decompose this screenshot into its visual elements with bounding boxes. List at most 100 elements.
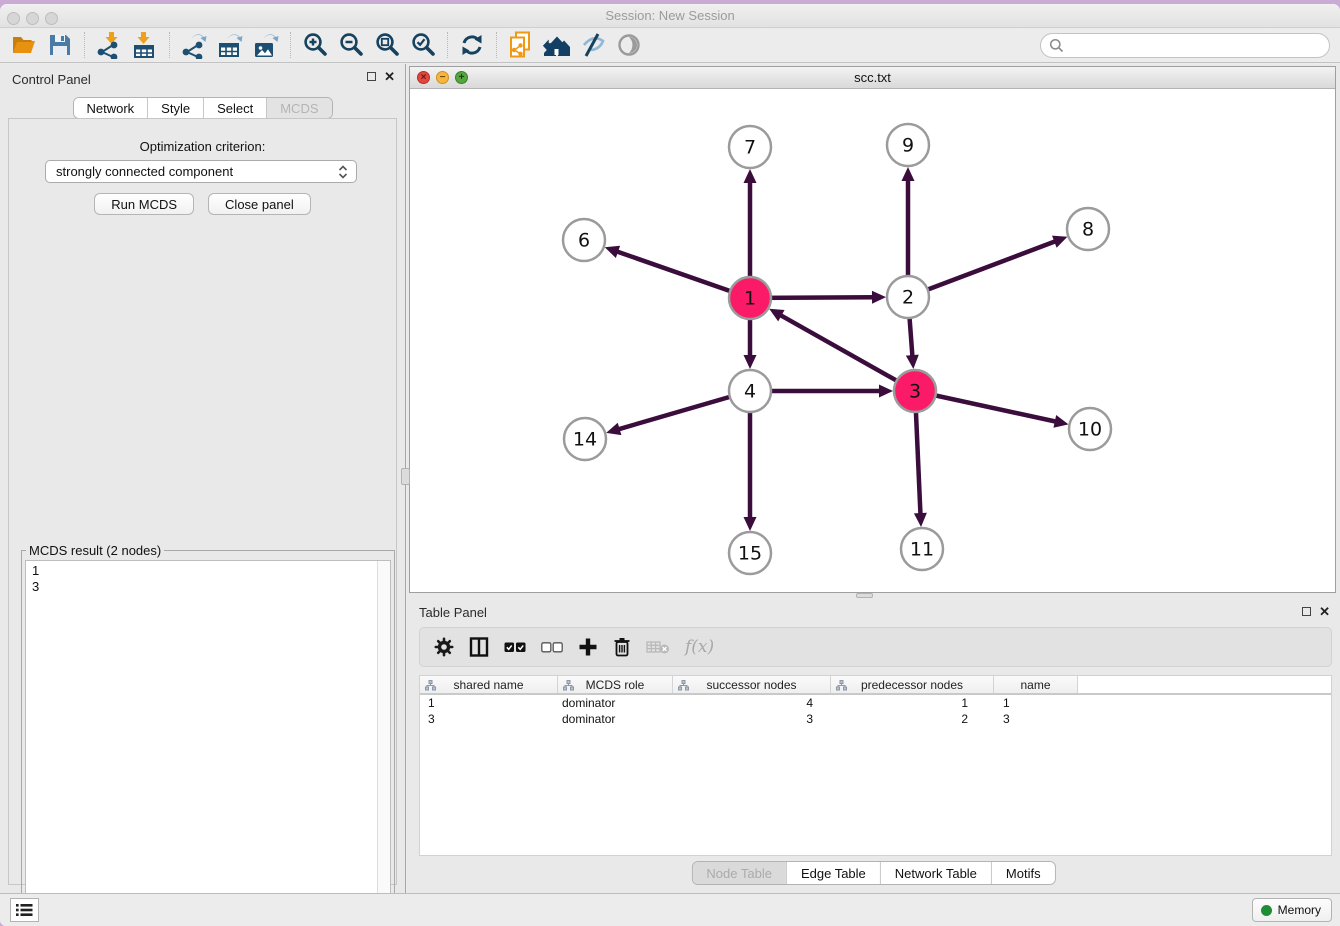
window-zoom-button[interactable] — [45, 12, 58, 25]
save-session-icon[interactable] — [42, 29, 78, 61]
table-panel-title: Table Panel — [419, 605, 487, 620]
table-cell[interactable]: 2 — [831, 712, 994, 726]
optimization-criterion-select[interactable]: strongly connected component — [45, 160, 357, 183]
column-header-successor-nodes[interactable]: successor nodes — [673, 676, 831, 693]
table-cell[interactable]: 1 — [420, 696, 558, 710]
graph-edge-3-1[interactable] — [779, 314, 915, 391]
delete-table-icon[interactable] — [646, 639, 670, 655]
tab-motifs[interactable]: Motifs — [991, 862, 1055, 884]
tab-network[interactable]: Network — [73, 98, 147, 118]
network-close-button[interactable]: × — [417, 71, 430, 84]
column-header-name[interactable]: name — [994, 676, 1078, 693]
memory-button[interactable]: Memory — [1252, 898, 1332, 922]
zoom-fit-icon[interactable] — [369, 29, 405, 61]
node-table: shared name MCDS role successor nodesprede… — [419, 675, 1332, 856]
zoom-out-icon[interactable] — [333, 29, 369, 61]
import-table-icon[interactable] — [127, 29, 163, 61]
network-maximize-button[interactable]: + — [455, 71, 468, 84]
close-panel-icon[interactable]: ✕ — [384, 71, 395, 82]
tab-node-table[interactable]: Node Table — [692, 862, 786, 884]
clone-network-icon[interactable] — [503, 29, 539, 61]
export-table-icon[interactable] — [212, 29, 248, 61]
table-cell[interactable]: 4 — [673, 696, 831, 710]
network-minimize-button[interactable]: − — [436, 71, 449, 84]
mcds-result-textarea[interactable]: 13 — [25, 560, 391, 926]
tab-network-table[interactable]: Network Table — [880, 862, 991, 884]
graph-edge-arrowhead — [1052, 236, 1067, 248]
select-all-checkboxes-icon[interactable] — [504, 640, 526, 654]
table-tabs: Node Table Edge Table Network Table Moti… — [691, 861, 1055, 885]
memory-label: Memory — [1278, 903, 1321, 917]
chevron-updown-icon — [338, 164, 348, 180]
table-cell[interactable]: 1 — [831, 696, 994, 710]
delete-row-icon[interactable] — [613, 637, 631, 657]
export-network-icon[interactable] — [176, 29, 212, 61]
tab-mcds[interactable]: MCDS — [266, 98, 331, 118]
toolbar-separator — [290, 32, 291, 58]
table-cell[interactable]: dominator — [558, 696, 673, 710]
search-icon — [1049, 38, 1064, 53]
close-panel-button[interactable]: Close panel — [208, 193, 311, 215]
mcds-result-title: MCDS result (2 nodes) — [26, 543, 164, 558]
graph-edge-arrowhead — [1053, 415, 1068, 428]
network-window-titlebar[interactable]: × − + scc.txt — [410, 67, 1335, 89]
toolbar-separator — [447, 32, 448, 58]
status-bar: Memory — [0, 893, 1340, 926]
table-settings-icon[interactable] — [434, 637, 454, 657]
column-header-label: name — [1020, 678, 1050, 692]
show-columns-icon[interactable] — [469, 637, 489, 657]
table-row[interactable]: 1dominator411 — [420, 695, 1331, 711]
result-scrollbar[interactable] — [377, 561, 390, 926]
run-mcds-button[interactable]: Run MCDS — [94, 193, 194, 215]
float-table-panel-icon[interactable] — [1302, 607, 1311, 616]
open-session-icon[interactable] — [6, 29, 42, 61]
export-image-icon[interactable] — [248, 29, 284, 61]
deselect-all-checkboxes-icon[interactable] — [541, 640, 563, 654]
search-input[interactable] — [1064, 36, 1329, 56]
column-type-icon — [425, 680, 436, 691]
column-type-icon — [678, 680, 689, 691]
graph-edge-2-8[interactable] — [908, 241, 1057, 297]
panel-splitter-grip[interactable] — [401, 468, 410, 485]
close-table-panel-icon[interactable]: ✕ — [1319, 606, 1330, 617]
optimization-criterion-label: Optimization criterion: — [9, 139, 396, 154]
column-header-label: MCDS role — [586, 678, 645, 692]
mcds-result-group: MCDS result (2 nodes) 13 — [21, 550, 395, 926]
zoom-selected-icon[interactable] — [405, 29, 441, 61]
table-cell[interactable]: 3 — [994, 712, 1078, 726]
tab-select[interactable]: Select — [203, 98, 266, 118]
search-box[interactable] — [1040, 33, 1330, 58]
refresh-icon[interactable] — [454, 29, 490, 61]
window-titlebar: Session: New Session — [0, 4, 1340, 28]
column-header-predecessor-nodes[interactable]: predecessor nodes — [831, 676, 994, 693]
add-row-icon[interactable] — [578, 637, 598, 657]
window-minimize-button[interactable] — [26, 12, 39, 25]
tab-style[interactable]: Style — [147, 98, 203, 118]
function-builder-icon[interactable]: f(x) — [685, 637, 714, 657]
table-cell[interactable]: 1 — [994, 696, 1078, 710]
tab-edge-table[interactable]: Edge Table — [786, 862, 880, 884]
network-canvas[interactable]: 7968124314101511 — [410, 89, 1335, 592]
column-header-shared-name[interactable]: shared name — [420, 676, 558, 693]
table-cell[interactable]: dominator — [558, 712, 673, 726]
control-panel-title: Control Panel — [12, 72, 91, 87]
table-row[interactable]: 3dominator323 — [420, 711, 1331, 727]
graph-edge-arrowhead — [744, 517, 757, 531]
hide-panels-icon[interactable] — [539, 29, 575, 61]
window-close-button[interactable] — [7, 12, 20, 25]
float-panel-icon[interactable] — [367, 72, 376, 81]
import-network-icon[interactable] — [91, 29, 127, 61]
horizontal-splitter-grip[interactable] — [856, 593, 873, 598]
graph-node-label: 8 — [1082, 219, 1094, 241]
zoom-in-icon[interactable] — [297, 29, 333, 61]
table-cell[interactable]: 3 — [420, 712, 558, 726]
memory-status-icon — [1261, 905, 1272, 916]
selected-criterion: strongly connected component — [56, 164, 338, 179]
table-cell[interactable]: 3 — [673, 712, 831, 726]
birds-eye-view-icon[interactable] — [611, 29, 647, 61]
task-history-button[interactable] — [10, 898, 39, 922]
window-traffic-lights — [7, 12, 58, 25]
show-hide-graphics-icon[interactable] — [575, 29, 611, 61]
graph-edge-arrowhead — [879, 385, 893, 398]
column-header-MCDS-role[interactable]: MCDS role — [558, 676, 673, 693]
